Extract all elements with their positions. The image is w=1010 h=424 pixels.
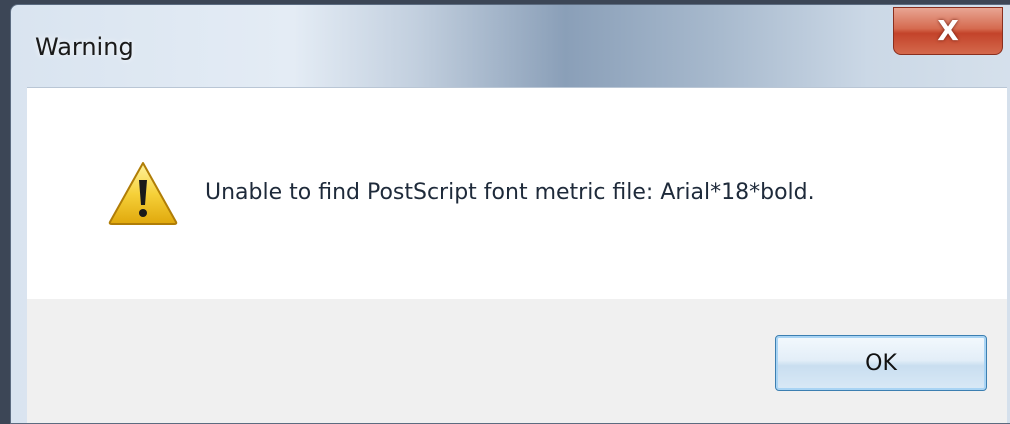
warning-dialog: Warning X Unable to find PostScript font… bbox=[10, 4, 1010, 424]
close-icon: X bbox=[937, 14, 959, 47]
warning-message: Unable to find PostScript font metric fi… bbox=[205, 180, 815, 205]
message-area: Unable to find PostScript font metric fi… bbox=[27, 87, 1007, 300]
ok-button-label: OK bbox=[865, 350, 897, 376]
button-bar: OK bbox=[27, 299, 1007, 423]
close-button[interactable]: X bbox=[893, 7, 1003, 55]
title-bar[interactable]: Warning X bbox=[11, 5, 1010, 89]
warning-icon bbox=[108, 162, 178, 225]
dialog-title: Warning bbox=[35, 33, 134, 61]
ok-button[interactable]: OK bbox=[775, 335, 987, 391]
